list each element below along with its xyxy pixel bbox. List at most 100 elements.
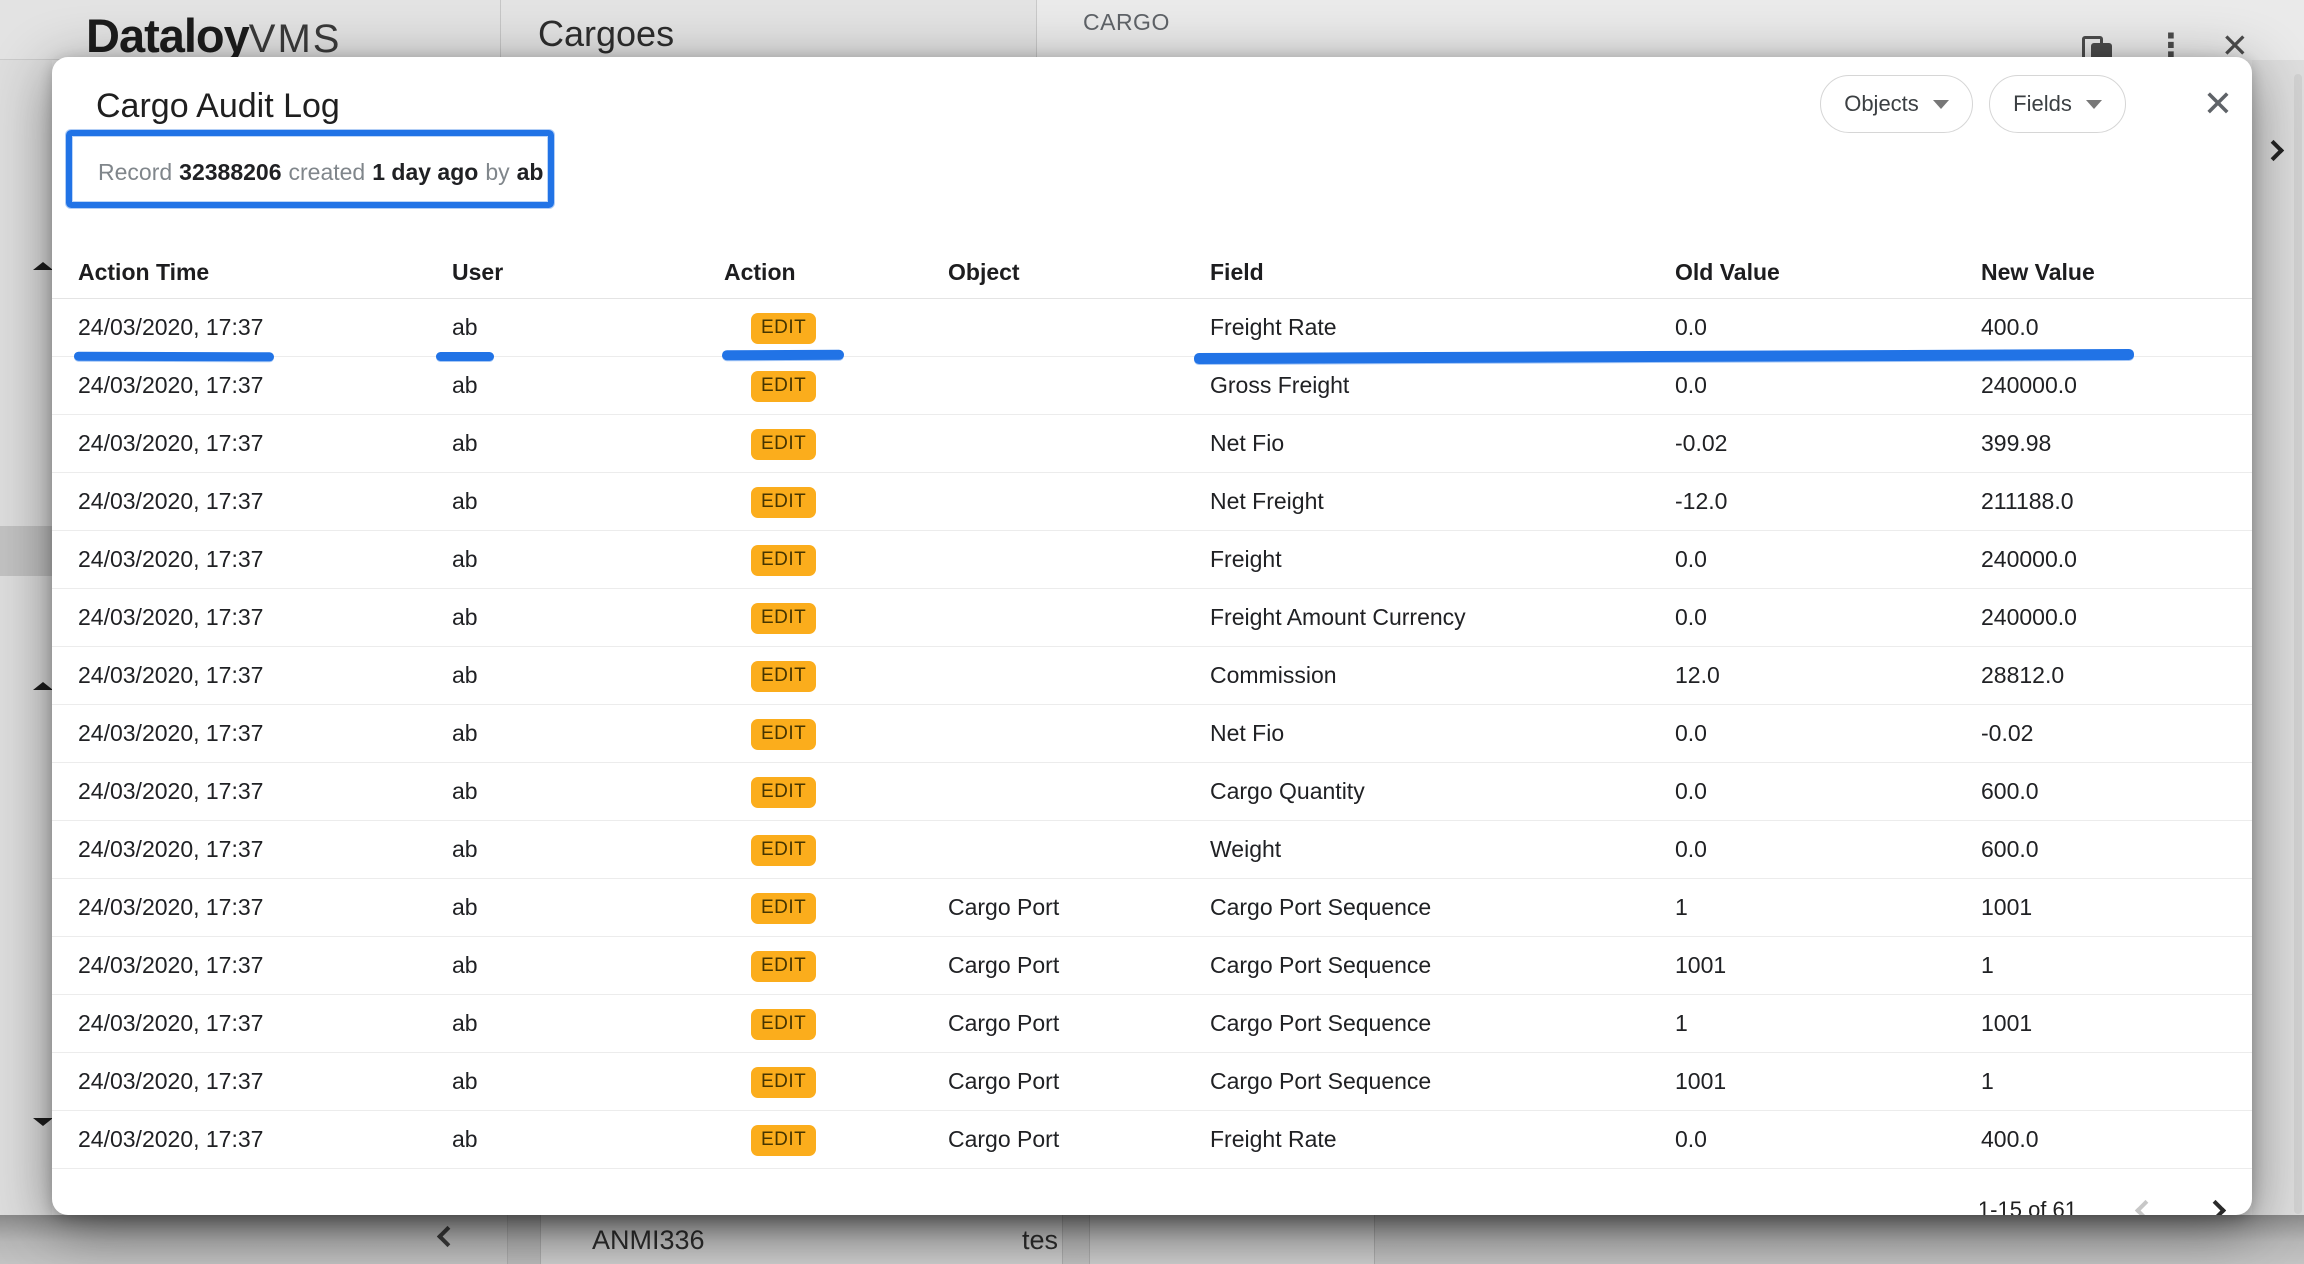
expand-right-icon[interactable]: [2263, 140, 2284, 161]
cell-old-value: 0.0: [1675, 372, 1981, 399]
chevron-down-icon: [2086, 100, 2102, 109]
column-header-object: Object: [948, 259, 1210, 286]
cell-user: ab: [452, 604, 724, 631]
edit-action-badge: EDIT: [751, 719, 816, 750]
scrollbar[interactable]: [2294, 74, 2302, 1214]
panel-seam: [1036, 0, 1037, 60]
edit-action-badge: EDIT: [751, 487, 816, 518]
cell-field: Net Fio: [1210, 430, 1675, 457]
cell-old-value: 1001: [1675, 952, 1981, 979]
cell-old-value: 0.0: [1675, 778, 1981, 805]
cell-action-time: 24/03/2020, 17:37: [78, 952, 452, 979]
table-row: 24/03/2020, 17:37 ab EDIT Cargo Port Car…: [52, 1053, 2252, 1111]
cell-field: Commission: [1210, 662, 1675, 689]
cell-action-time: 24/03/2020, 17:37: [78, 1068, 452, 1095]
cell-field: Gross Freight: [1210, 372, 1675, 399]
table-row: 24/03/2020, 17:37 ab EDIT Net Fio 0.0 -0…: [52, 705, 2252, 763]
fields-filter-button[interactable]: Fields: [1989, 75, 2126, 133]
cell-old-value: 0.0: [1675, 604, 1981, 631]
cell-new-value: 240000.0: [1981, 604, 2226, 631]
cell-action-time: 24/03/2020, 17:37: [78, 836, 452, 863]
cell-action: EDIT: [724, 776, 948, 808]
objects-filter-button[interactable]: Objects: [1820, 75, 1973, 133]
sort-up-icon[interactable]: [33, 262, 53, 270]
pagination-prev-icon[interactable]: [2135, 1200, 2156, 1215]
edit-action-badge: EDIT: [751, 951, 816, 982]
cell-action: EDIT: [724, 1066, 948, 1098]
cell-user: ab: [452, 836, 724, 863]
edit-action-badge: EDIT: [751, 1125, 816, 1156]
table-row: 24/03/2020, 17:37 ab EDIT Cargo Port Car…: [52, 937, 2252, 995]
cell-action-time: 24/03/2020, 17:37: [78, 894, 452, 921]
right-edge-strip: [2252, 60, 2304, 1264]
table-row: 24/03/2020, 17:37 ab EDIT Commission 12.…: [52, 647, 2252, 705]
cell-new-value: 1: [1981, 952, 2226, 979]
audit-table: Action Time User Action Object Field Old…: [52, 247, 2252, 1169]
cell-new-value: 1: [1981, 1068, 2226, 1095]
scroll-up-icon[interactable]: [33, 682, 53, 690]
column-header-field: Field: [1210, 259, 1675, 286]
app-logo[interactable]: DataloyVMS: [86, 8, 341, 63]
cell-action: EDIT: [724, 428, 948, 460]
cell-new-value: 1001: [1981, 894, 2226, 921]
cell-field: Freight Amount Currency: [1210, 604, 1675, 631]
close-icon[interactable]: ✕: [2196, 86, 2240, 122]
cell-action-time: 24/03/2020, 17:37: [78, 778, 452, 805]
cell-field: Cargo Port Sequence: [1210, 952, 1675, 979]
column-header-old-value: Old Value: [1675, 259, 1981, 286]
cell-field: Cargo Port Sequence: [1210, 894, 1675, 921]
brand-text: Dataloy: [86, 9, 249, 62]
cell-field: Cargo Port Sequence: [1210, 1010, 1675, 1037]
table-row: 24/03/2020, 17:37 ab EDIT Freight 0.0 24…: [52, 531, 2252, 589]
cell-old-value: 0.0: [1675, 836, 1981, 863]
topbar-divider: [500, 0, 501, 60]
cell-action-time: 24/03/2020, 17:37: [78, 604, 452, 631]
cell-new-value: 1001: [1981, 1010, 2226, 1037]
cell-old-value: 12.0: [1675, 662, 1981, 689]
cell-user: ab: [452, 720, 724, 747]
audit-table-header: Action Time User Action Object Field Old…: [52, 247, 2252, 299]
cell-new-value: 28812.0: [1981, 662, 2226, 689]
cell-action: EDIT: [724, 1008, 948, 1040]
cell-new-value: 600.0: [1981, 778, 2226, 805]
cell-action-time: 24/03/2020, 17:37: [78, 662, 452, 689]
panel-title: CARGO: [1083, 9, 1170, 36]
record-info-banner: Record 32388206 created 1 day ago by ab: [78, 141, 563, 203]
cell-field: Freight Rate: [1210, 314, 1675, 341]
cell-user: ab: [452, 1068, 724, 1095]
brand-suffix-text: VMS: [249, 17, 342, 61]
background-table-row[interactable]: ANMI336 tes: [0, 1215, 2304, 1264]
cell-old-value: 0.0: [1675, 546, 1981, 573]
cell-old-value: -0.02: [1675, 430, 1981, 457]
cell-old-value: 1: [1675, 894, 1981, 921]
table-row: 24/03/2020, 17:37 ab EDIT Weight 0.0 600…: [52, 821, 2252, 879]
table-row: 24/03/2020, 17:37 ab EDIT Net Freight -1…: [52, 473, 2252, 531]
cell-old-value: -12.0: [1675, 488, 1981, 515]
dialog-header-actions: Objects Fields ✕: [1820, 75, 2240, 133]
table-row: 24/03/2020, 17:37 ab EDIT Cargo Port Car…: [52, 879, 2252, 937]
edit-action-badge: EDIT: [751, 777, 816, 808]
cell-action-time: 24/03/2020, 17:37: [78, 1126, 452, 1153]
created-word: created: [289, 159, 366, 186]
cell-action: EDIT: [724, 892, 948, 924]
pagination-range-label: 1-15 of 61: [1957, 1197, 2077, 1215]
cell-action-time: 24/03/2020, 17:37: [78, 430, 452, 457]
cell-user: ab: [452, 1010, 724, 1037]
cell-action-time: 24/03/2020, 17:37: [78, 720, 452, 747]
column-header-action-time: Action Time: [78, 259, 452, 286]
cell-action: EDIT: [724, 312, 948, 344]
audit-table-body: 24/03/2020, 17:37 ab EDIT Freight Rate 0…: [52, 299, 2252, 1169]
cell-action: EDIT: [724, 834, 948, 866]
cell-object: Cargo Port: [948, 894, 1210, 921]
edit-action-badge: EDIT: [751, 661, 816, 692]
cell-object: Cargo Port: [948, 1068, 1210, 1095]
pagination-next-icon[interactable]: [2205, 1200, 2226, 1215]
cell-field: Freight Rate: [1210, 1126, 1675, 1153]
edit-action-badge: EDIT: [751, 893, 816, 924]
cell-action-time: 24/03/2020, 17:37: [78, 1010, 452, 1037]
scroll-down-icon[interactable]: [33, 1118, 53, 1126]
cell-new-value: 240000.0: [1981, 372, 2226, 399]
cell-action: EDIT: [724, 1124, 948, 1156]
edit-action-badge: EDIT: [751, 1009, 816, 1040]
cell-new-value: 211188.0: [1981, 488, 2226, 515]
